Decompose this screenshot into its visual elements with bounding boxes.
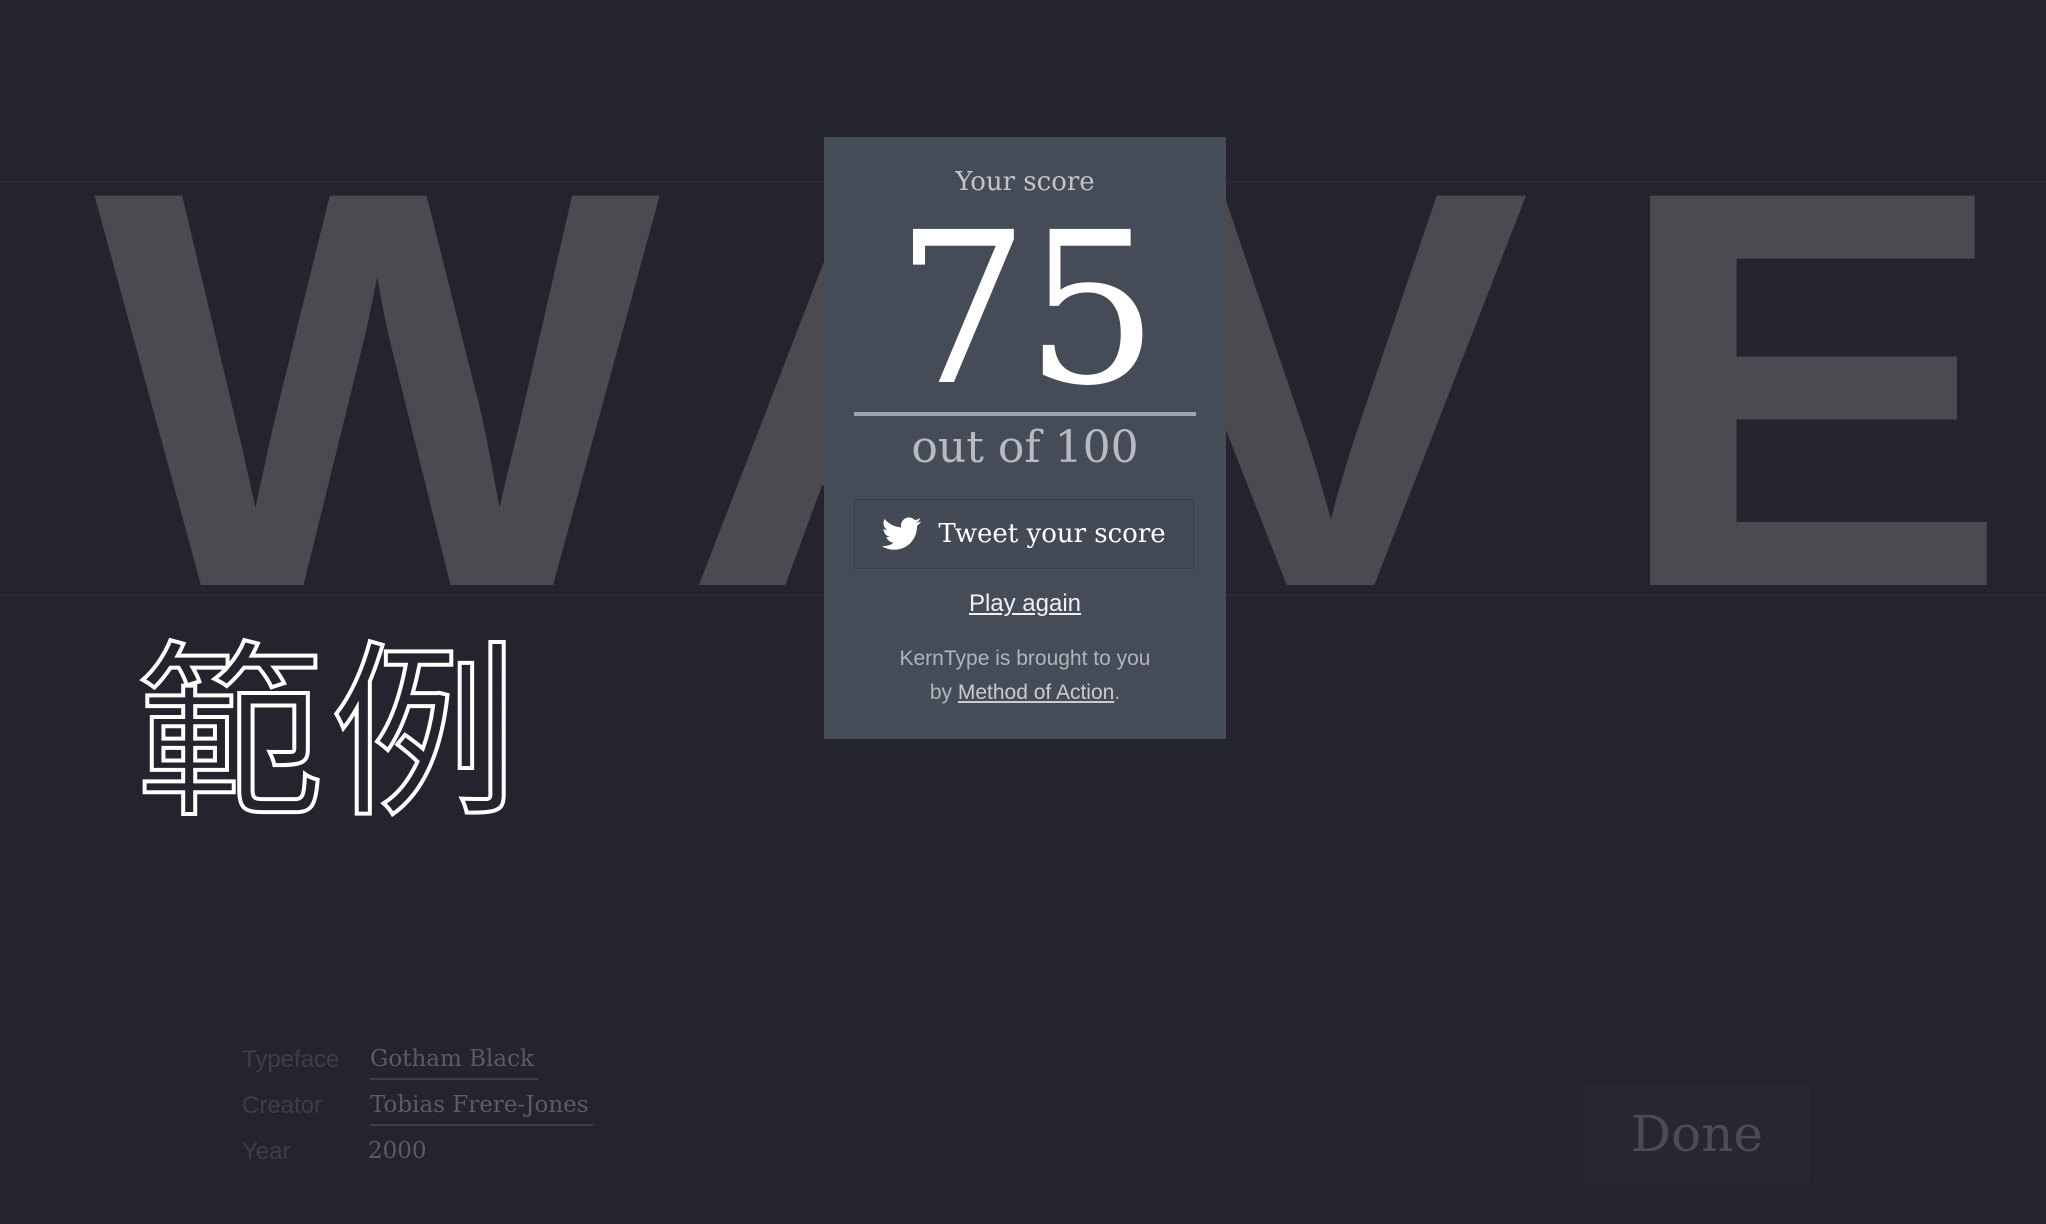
score-value: 75 — [895, 187, 1158, 432]
typeface-link[interactable]: Gotham Black — [370, 1046, 538, 1080]
score-modal: Your score 75 out of 100 Tweet your scor… — [824, 137, 1226, 739]
sample-glyphs: 範例 — [134, 625, 524, 844]
twitter-bird-icon — [882, 517, 922, 550]
method-of-action-link[interactable]: Method of Action — [958, 681, 1114, 704]
letter-w[interactable]: W — [94, 106, 660, 672]
tweet-score-button[interactable]: Tweet your score — [854, 499, 1194, 569]
year-label: Year — [242, 1138, 291, 1165]
typeface-label: Typeface — [242, 1046, 340, 1073]
credit-text: KernType is brought to you by Method of … — [824, 642, 1226, 710]
creator-link[interactable]: Tobias Frere-Jones — [370, 1092, 593, 1126]
score-out-of: out of 100 — [911, 422, 1139, 473]
tweet-score-label: Tweet your score — [938, 519, 1166, 549]
letter-e[interactable]: E — [1610, 106, 2010, 672]
play-again-link[interactable]: Play again — [824, 590, 1226, 618]
creator-label: Creator — [242, 1092, 323, 1119]
year-value: 2000 — [368, 1138, 427, 1164]
credit-line-1: KernType is brought to you — [899, 647, 1151, 670]
done-button[interactable]: Done — [1584, 1085, 1810, 1183]
score-divider — [854, 412, 1196, 416]
credit-line-2: by Method of Action. — [824, 676, 1226, 710]
credit-suffix: . — [1114, 681, 1121, 704]
credit-by: by — [929, 681, 953, 704]
